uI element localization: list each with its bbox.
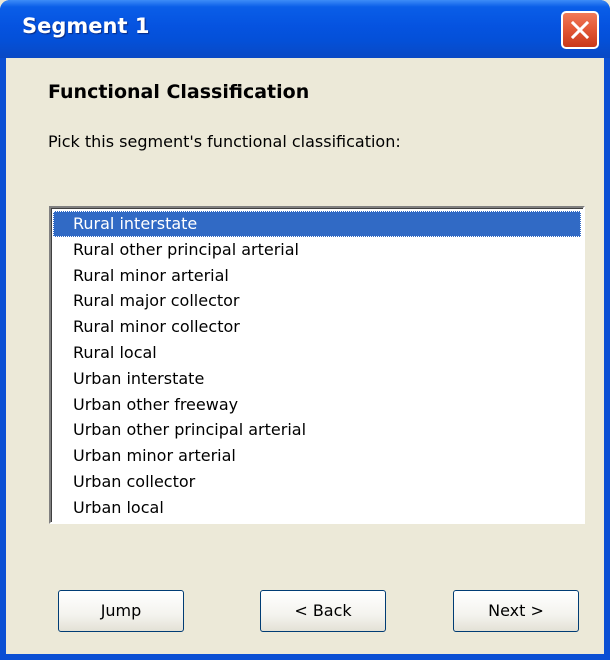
list-item-rural-minor-collector[interactable]: Rural minor collector (53, 314, 581, 340)
list-item-urban-interstate[interactable]: Urban interstate (53, 366, 581, 392)
list-item-rural-interstate[interactable]: Rural interstate (53, 211, 581, 237)
list-item-urban-minor-arterial[interactable]: Urban minor arterial (53, 443, 581, 469)
classification-listbox[interactable]: Rural interstate Rural other principal a… (49, 206, 585, 524)
list-item-rural-major-collector[interactable]: Rural major collector (53, 288, 581, 314)
list-item-rural-minor-arterial[interactable]: Rural minor arterial (53, 263, 581, 289)
list-item-rural-other-principal-arterial[interactable]: Rural other principal arterial (53, 237, 581, 263)
dialog-window: Segment 1 Functional Classification Pick… (0, 0, 610, 660)
list-item-urban-other-principal-arterial[interactable]: Urban other principal arterial (53, 417, 581, 443)
title-bar[interactable]: Segment 1 (0, 0, 610, 58)
list-item-urban-local[interactable]: Urban local (53, 495, 581, 521)
section-heading: Functional Classification (48, 81, 310, 103)
next-button[interactable]: Next > (453, 590, 579, 632)
close-button[interactable] (561, 11, 599, 49)
window-title: Segment 1 (22, 14, 150, 38)
jump-button[interactable]: Jump (58, 590, 184, 632)
list-item-urban-other-freeway[interactable]: Urban other freeway (53, 392, 581, 418)
back-button[interactable]: < Back (260, 590, 386, 632)
dialog-body: Functional Classification Pick this segm… (6, 58, 604, 654)
close-icon (571, 21, 589, 39)
list-item-urban-collector[interactable]: Urban collector (53, 469, 581, 495)
list-item-rural-local[interactable]: Rural local (53, 340, 581, 366)
prompt-label: Pick this segment's functional classific… (48, 132, 401, 151)
